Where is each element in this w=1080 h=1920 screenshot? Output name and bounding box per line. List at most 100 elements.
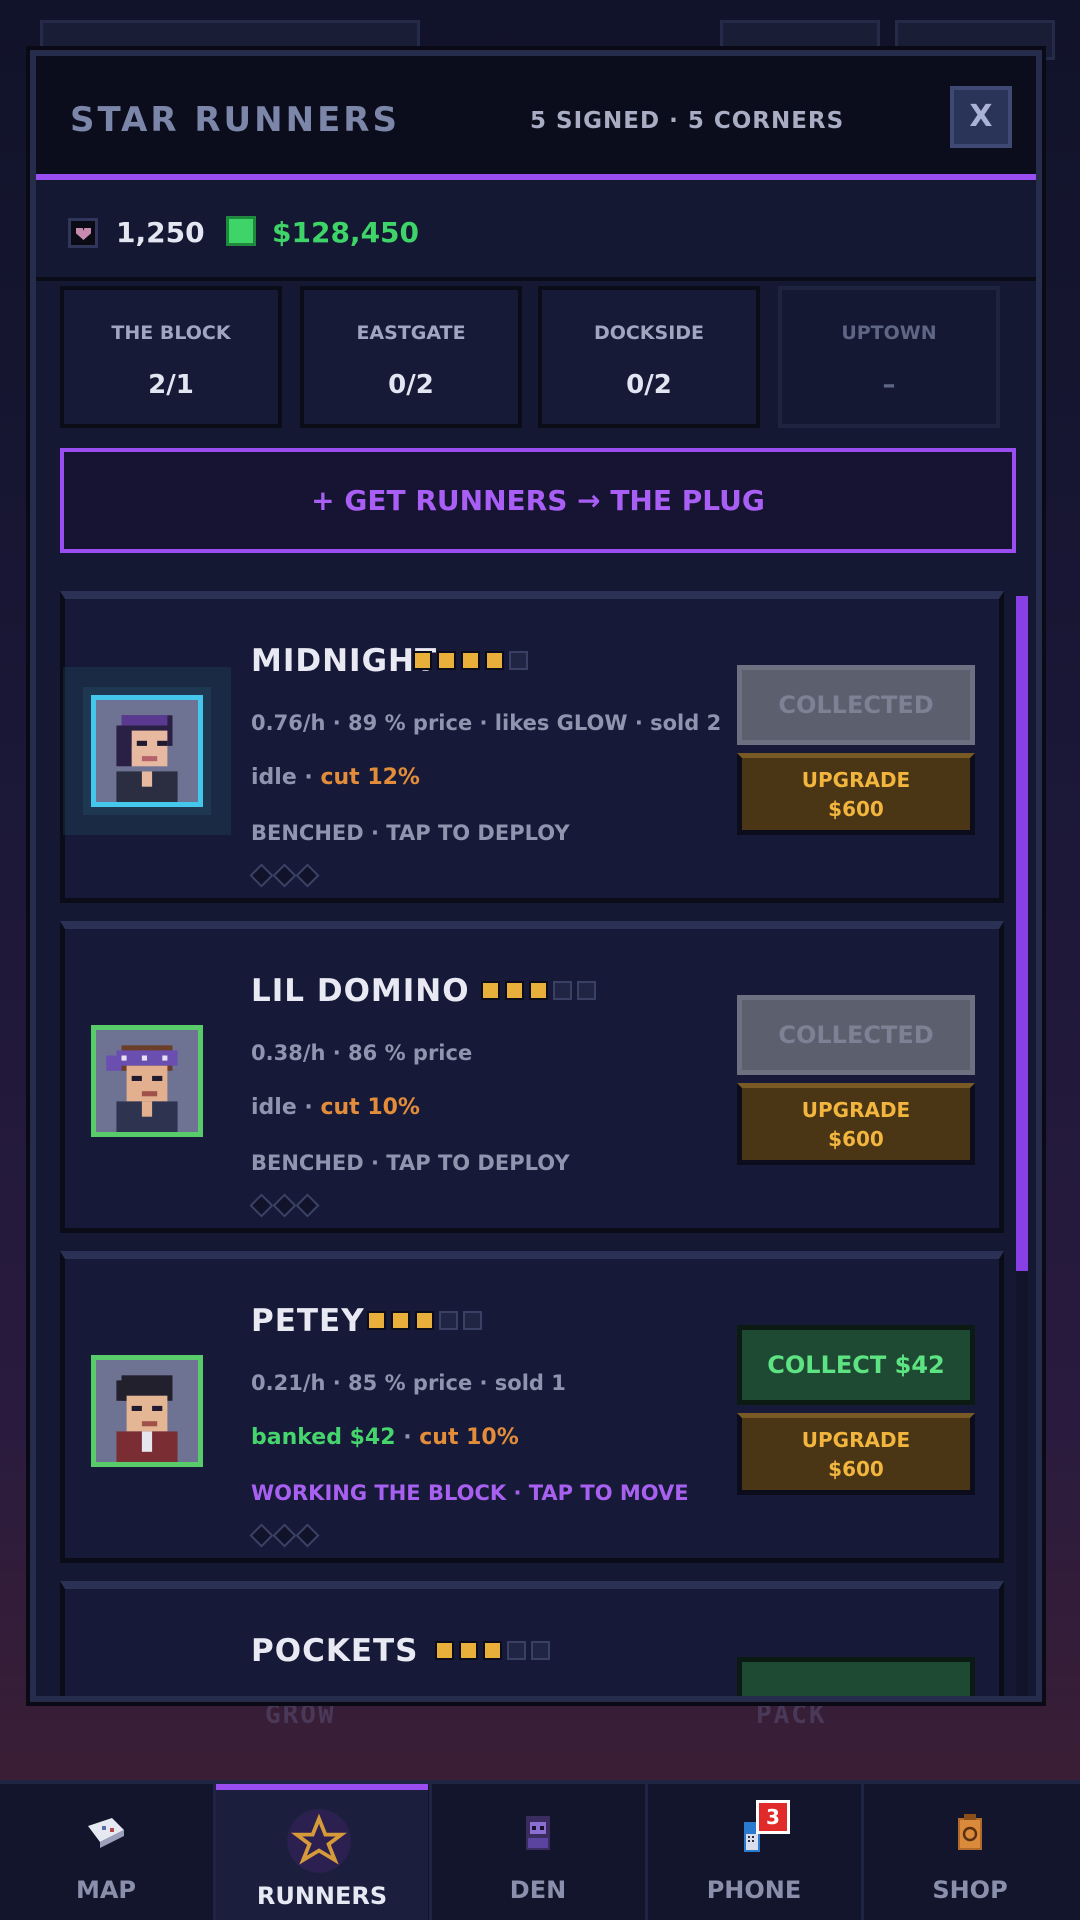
runner-name: POCKETS bbox=[251, 1633, 419, 1669]
nav-label: SHOP bbox=[932, 1876, 1008, 1904]
territory-count: – bbox=[882, 370, 896, 400]
gear-slot[interactable] bbox=[295, 863, 320, 888]
upgrade-button[interactable]: UPGRADE $600 bbox=[737, 1413, 975, 1495]
runner-name: MIDNIGHT bbox=[251, 643, 438, 679]
star-filled bbox=[415, 1311, 434, 1330]
runner-card-petey[interactable]: PETEY 0.21/h · 85 % price · sold 1 banke… bbox=[60, 1251, 1004, 1563]
runner-name: PETEY bbox=[251, 1303, 365, 1339]
background-label-pack: PACK bbox=[756, 1700, 827, 1730]
gear-slot[interactable] bbox=[295, 1523, 320, 1548]
star-rating bbox=[481, 981, 596, 1003]
star-filled bbox=[459, 1641, 478, 1660]
collect-button[interactable]: COLLECTED bbox=[737, 995, 975, 1075]
runner-cut: cut 10% bbox=[419, 1425, 519, 1450]
territory-name: UPTOWN bbox=[841, 322, 937, 344]
star-filled bbox=[437, 651, 456, 670]
territory-uptown: UPTOWN – bbox=[778, 286, 1000, 428]
nav-phone[interactable]: 3 PHONE bbox=[648, 1784, 860, 1920]
runner-status[interactable]: WORKING THE BLOCK · TAP TO MOVE bbox=[251, 1481, 689, 1505]
territory-row: THE BLOCK 2/1 EASTGATE 0/2 DOCKSIDE 0/2 … bbox=[60, 286, 1020, 431]
cash-value: $128,450 bbox=[272, 216, 420, 249]
separator: · bbox=[395, 1425, 420, 1450]
upgrade-button[interactable]: UPGRADE $600 bbox=[737, 753, 975, 835]
territory-name: THE BLOCK bbox=[111, 322, 231, 344]
modal-title: STAR RUNNERS bbox=[70, 100, 400, 140]
gear-slot[interactable] bbox=[272, 1523, 297, 1548]
runner-cut: cut 10% bbox=[320, 1095, 420, 1120]
hearts-value: 1,250 bbox=[116, 216, 205, 249]
nav-label: DEN bbox=[509, 1876, 567, 1904]
star-empty bbox=[553, 981, 572, 1000]
nav-shop[interactable]: SHOP bbox=[864, 1784, 1076, 1920]
collect-button[interactable]: COLLECTED bbox=[737, 665, 975, 745]
lil-domino-portrait-icon bbox=[96, 1030, 198, 1132]
territory-eastgate[interactable]: EASTGATE 0/2 bbox=[300, 286, 522, 428]
shop-icon bbox=[958, 1814, 982, 1850]
runner-card-lil-domino[interactable]: LIL DOMINO 0.38/h · 86 % price idle · cu… bbox=[60, 921, 1004, 1233]
upgrade-button[interactable]: UPGRADE $600 bbox=[737, 1083, 975, 1165]
territory-count: 2/1 bbox=[148, 370, 194, 400]
territory-name: DOCKSIDE bbox=[593, 322, 705, 344]
upgrade-label: UPGRADE bbox=[801, 1428, 911, 1452]
star-empty bbox=[577, 981, 596, 1000]
runner-card-pockets[interactable]: POCKETS bbox=[60, 1581, 1004, 1696]
gear-slot[interactable] bbox=[249, 1193, 274, 1218]
star-rating bbox=[367, 1311, 482, 1333]
territory-name: EASTGATE bbox=[356, 322, 466, 344]
territory-the-block[interactable]: THE BLOCK 2/1 bbox=[60, 286, 282, 428]
modal-header: STAR RUNNERS 5 SIGNED · 5 CORNERS X bbox=[36, 56, 1036, 180]
gear-slot[interactable] bbox=[249, 1523, 274, 1548]
gear-slots bbox=[249, 863, 320, 888]
gear-slot[interactable] bbox=[272, 1193, 297, 1218]
gear-slots bbox=[249, 1523, 320, 1548]
star-empty bbox=[507, 1641, 526, 1660]
runner-stats: 0.76/h · 89 % price · likes GLOW · sold … bbox=[251, 711, 722, 735]
star-filled bbox=[505, 981, 524, 1000]
nav-label: PHONE bbox=[706, 1876, 802, 1904]
runner-cut: cut 12% bbox=[320, 765, 420, 790]
map-icon bbox=[88, 1818, 124, 1848]
runner-card-midnight[interactable]: MIDNIGHT 0.76/h · 89 % price · likes GLO… bbox=[60, 591, 1004, 903]
runner-portrait bbox=[91, 695, 203, 807]
gear-slot[interactable] bbox=[249, 863, 274, 888]
scrollbar-thumb[interactable] bbox=[1016, 596, 1028, 1271]
territory-count: 0/2 bbox=[626, 370, 672, 400]
collect-button[interactable]: COLLECT $42 bbox=[737, 1325, 975, 1405]
currency-bar: 1,250 $128,450 bbox=[36, 186, 1036, 281]
nav-map[interactable]: MAP bbox=[0, 1784, 212, 1920]
star-empty bbox=[531, 1641, 550, 1660]
star-filled bbox=[481, 981, 500, 1000]
nav-label: RUNNERS bbox=[256, 1882, 388, 1910]
collect-button[interactable] bbox=[737, 1657, 975, 1696]
upgrade-price: $600 bbox=[828, 1127, 884, 1151]
runner-status[interactable]: BENCHED · TAP TO DEPLOY bbox=[251, 1151, 570, 1175]
gear-slot[interactable] bbox=[295, 1193, 320, 1218]
upgrade-label: UPGRADE bbox=[801, 768, 911, 792]
nav-den[interactable]: DEN bbox=[432, 1784, 644, 1920]
nav-runners[interactable]: RUNNERS bbox=[216, 1784, 428, 1920]
star-filled bbox=[485, 651, 504, 670]
close-button[interactable]: X bbox=[950, 86, 1012, 148]
star-filled bbox=[391, 1311, 410, 1330]
upgrade-price: $600 bbox=[828, 1457, 884, 1481]
territory-dockside[interactable]: DOCKSIDE 0/2 bbox=[538, 286, 760, 428]
runner-state: idle · cut 12% bbox=[251, 765, 420, 790]
petey-portrait-icon bbox=[96, 1360, 198, 1462]
get-runners-button[interactable]: + GET RUNNERS → THE PLUG bbox=[60, 448, 1016, 553]
gear-slots bbox=[249, 1193, 320, 1218]
territory-count: 0/2 bbox=[388, 370, 434, 400]
bottom-nav: MAP RUNNERS DEN 3 PHONE SHOP bbox=[0, 1780, 1080, 1920]
nav-label: MAP bbox=[75, 1876, 137, 1904]
gear-slot[interactable] bbox=[272, 863, 297, 888]
runner-state-text: idle · bbox=[251, 765, 321, 790]
runner-stats: 0.38/h · 86 % price bbox=[251, 1041, 473, 1065]
notification-badge: 3 bbox=[756, 1800, 790, 1834]
star-empty bbox=[509, 651, 528, 670]
runner-portrait bbox=[91, 1025, 203, 1137]
runner-count-summary: 5 SIGNED · 5 CORNERS bbox=[530, 108, 845, 134]
runner-banked: banked $42 bbox=[251, 1425, 396, 1450]
midnight-portrait-icon bbox=[96, 700, 198, 802]
star-empty bbox=[439, 1311, 458, 1330]
runner-status[interactable]: BENCHED · TAP TO DEPLOY bbox=[251, 821, 570, 845]
runner-stats: 0.21/h · 85 % price · sold 1 bbox=[251, 1371, 566, 1395]
